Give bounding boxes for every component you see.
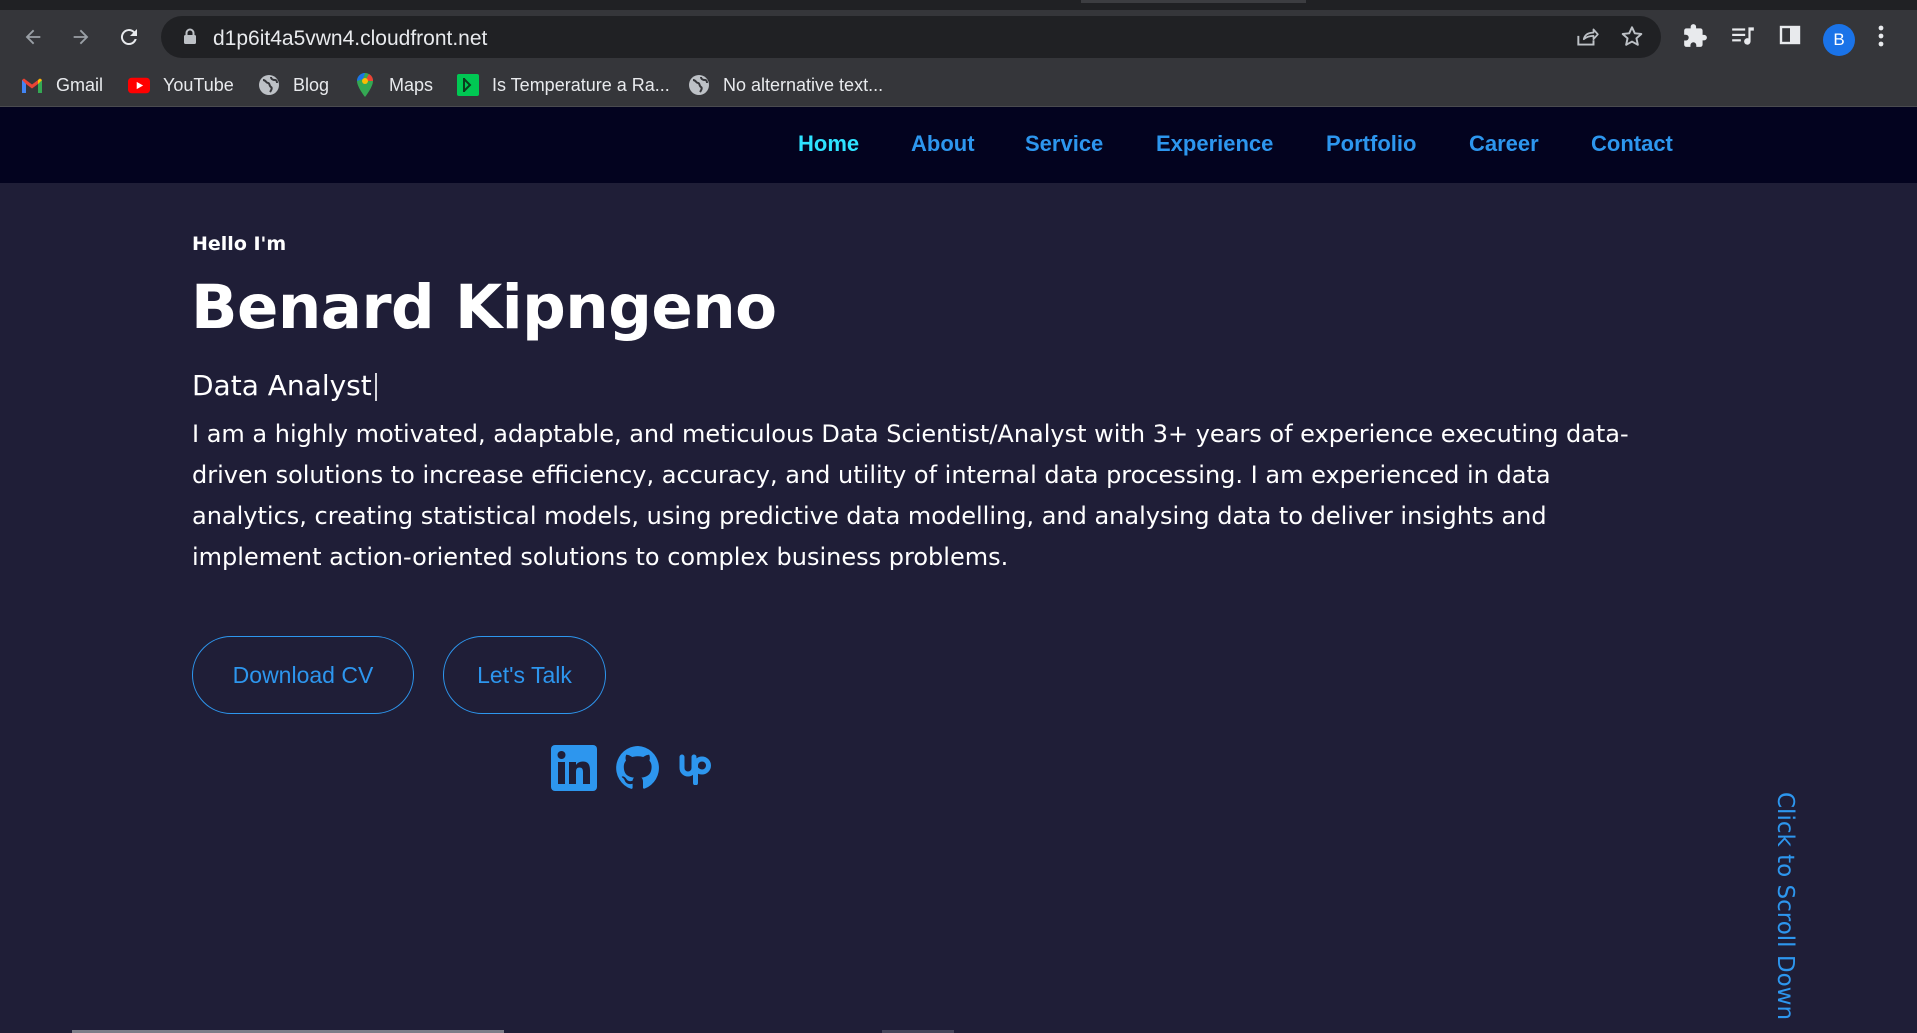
- nav-contact[interactable]: Contact: [1591, 131, 1673, 157]
- browser-toolbar: d1p6it4a5vwn4.cloudfront.net B: [0, 10, 1917, 64]
- linkedin-icon[interactable]: [550, 744, 598, 792]
- tab-strip-highlight: [1081, 0, 1306, 3]
- star-icon[interactable]: [1619, 24, 1645, 54]
- reload-icon[interactable]: [112, 20, 146, 54]
- lets-talk-button[interactable]: Let's Talk: [443, 636, 606, 714]
- scroll-down-hint[interactable]: Click to Scroll Down: [1768, 792, 1808, 1022]
- gmail-icon: [21, 74, 43, 96]
- nav-career[interactable]: Career: [1469, 131, 1539, 157]
- bookmark-label: Gmail: [56, 74, 104, 95]
- bookmark-no-alt-text[interactable]: No alternative text...: [688, 64, 883, 106]
- globe-icon: [688, 74, 710, 96]
- upwork-icon[interactable]: [678, 744, 726, 792]
- profile-avatar[interactable]: B: [1823, 24, 1855, 56]
- tab-strip: [0, 0, 1917, 10]
- nav-about[interactable]: About: [911, 131, 975, 157]
- bookmark-maps[interactable]: Maps: [354, 64, 433, 106]
- github-icon[interactable]: [614, 744, 662, 792]
- site-navbar: Home About Service Experience Portfolio …: [0, 107, 1917, 183]
- bookmark-label: Maps: [389, 74, 434, 95]
- forward-arrow-icon[interactable]: [64, 20, 98, 54]
- bookmark-label: No alternative text...: [723, 74, 884, 95]
- media-queue-icon[interactable]: [1730, 23, 1756, 53]
- bookmark-temperature[interactable]: Is Temperature a Ra...: [457, 64, 670, 106]
- maps-pin-icon: [354, 73, 376, 97]
- hero-name: Benard Kipngeno: [191, 272, 777, 343]
- lock-icon[interactable]: [183, 28, 197, 49]
- scroll-down-label[interactable]: Click to Scroll Down: [1772, 792, 1798, 1020]
- kebab-menu-icon[interactable]: [1876, 23, 1886, 53]
- extensions-icon[interactable]: [1682, 23, 1708, 53]
- nav-home[interactable]: Home: [798, 131, 859, 157]
- back-arrow-icon[interactable]: [16, 20, 50, 54]
- nav-experience[interactable]: Experience: [1156, 131, 1273, 157]
- hero-role-text: Data Analyst: [192, 369, 372, 402]
- typing-cursor: [374, 373, 377, 401]
- nav-portfolio[interactable]: Portfolio: [1326, 131, 1416, 157]
- bookmark-label: YouTube: [163, 74, 234, 95]
- bookmark-blog[interactable]: Blog: [258, 64, 329, 106]
- bookmark-site-icon: [457, 74, 479, 96]
- globe-icon: [258, 74, 280, 96]
- share-icon[interactable]: [1574, 24, 1600, 54]
- address-bar[interactable]: d1p6it4a5vwn4.cloudfront.net: [161, 16, 1661, 58]
- hero-bio: I am a highly motivated, adaptable, and …: [192, 420, 1629, 571]
- side-panel-icon[interactable]: [1778, 23, 1802, 51]
- bookmark-label: Is Temperature a Ra...: [492, 74, 670, 95]
- url-text[interactable]: d1p6it4a5vwn4.cloudfront.net: [213, 27, 487, 51]
- bookmarks-bar: Gmail YouTube Blog Maps Is Temperature a…: [0, 64, 1917, 107]
- hero-role: Data Analyst: [192, 369, 377, 402]
- nav-service[interactable]: Service: [1025, 131, 1103, 157]
- download-cv-button[interactable]: Download CV: [192, 636, 414, 714]
- hero-greeting: Hello I'm: [192, 233, 287, 255]
- bookmark-youtube[interactable]: YouTube: [128, 64, 234, 106]
- bookmark-gmail[interactable]: Gmail: [21, 64, 103, 106]
- bookmark-label: Blog: [293, 74, 330, 95]
- youtube-icon: [128, 74, 150, 96]
